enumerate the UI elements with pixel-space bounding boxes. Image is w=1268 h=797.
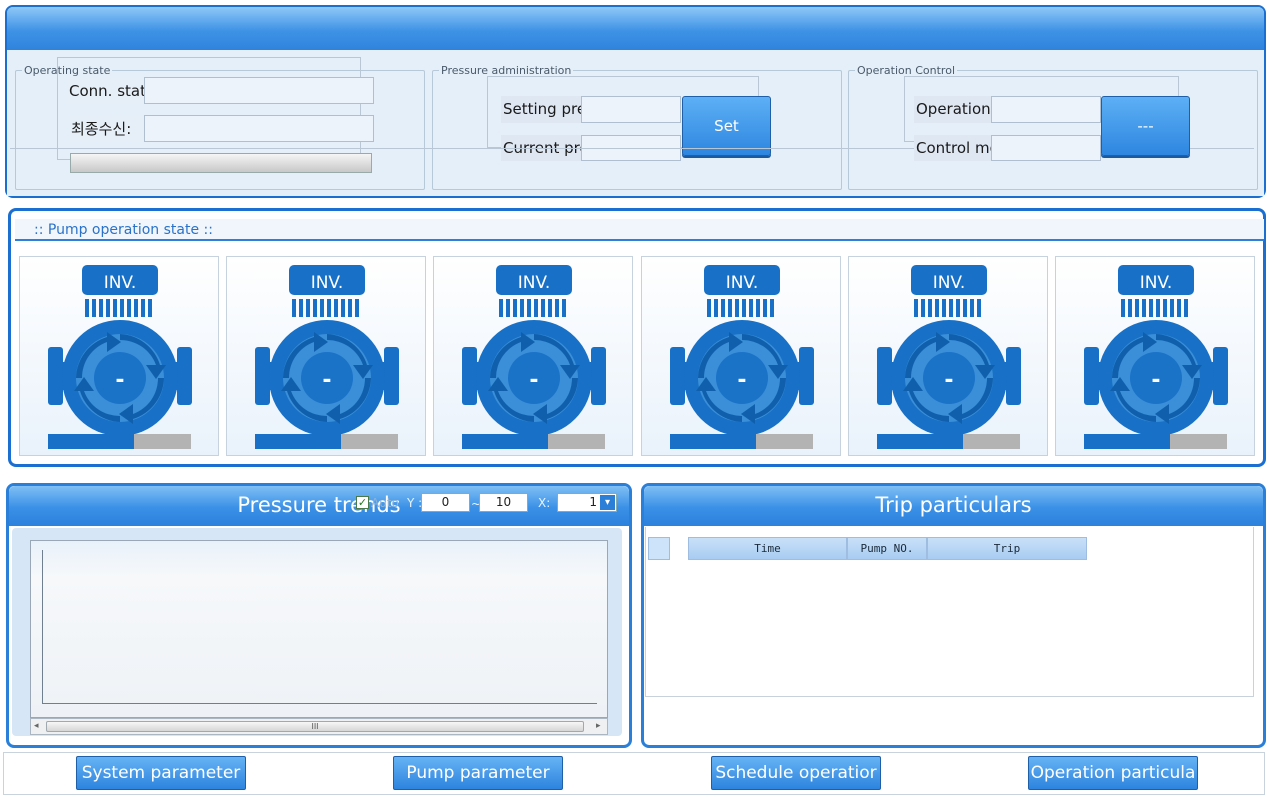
plot-y-axis	[42, 550, 43, 704]
operation-toggle-button[interactable]: ---	[1101, 96, 1190, 156]
pressure-trends-header: Pressure trends	[9, 486, 629, 526]
pump-load-bar	[462, 434, 605, 449]
pump-icon: INV. -	[670, 265, 814, 436]
pump-card[interactable]: INV. -	[641, 256, 841, 456]
pump-card[interactable]: INV. -	[848, 256, 1048, 456]
trip-particulars-header: Trip particulars	[644, 486, 1263, 526]
pump-badge-text: INV.	[933, 273, 966, 293]
pump-load-bar	[48, 434, 191, 449]
conn-state-field	[144, 77, 374, 104]
trip-col-time[interactable]: Time	[688, 537, 847, 560]
trip-row-header-corner[interactable]	[648, 537, 670, 560]
trip-particulars-title: Trip particulars	[875, 493, 1032, 517]
pump-badge-text: INV.	[726, 273, 759, 293]
auto-label: Auto	[371, 496, 399, 510]
pump-load-bar	[877, 434, 1020, 449]
scroll-left-icon[interactable]: ◂	[34, 721, 39, 731]
trend-plot-frame	[30, 540, 608, 718]
y-range-label: Y :	[407, 496, 423, 510]
trip-col-pump-no[interactable]: Pump NO.	[847, 537, 927, 560]
scroll-grip: III	[311, 722, 319, 731]
pump-load-fill	[1084, 434, 1170, 449]
pump-icon: INV. -	[877, 265, 1021, 436]
x-label: X:	[538, 496, 551, 510]
set-button[interactable]: Set	[682, 96, 771, 156]
system-parameter-button[interactable]: System parameter	[76, 756, 246, 790]
pump-card[interactable]: INV. -	[226, 256, 426, 456]
auto-checkbox[interactable]: ✓	[356, 496, 369, 509]
pump-status-text: -	[115, 368, 124, 393]
pump-badge-text: INV.	[104, 273, 137, 293]
pump-icon: INV. -	[255, 265, 399, 436]
pump-status-text: -	[737, 368, 746, 393]
y-max-input[interactable]: 10	[479, 493, 528, 512]
operation-particulars-button[interactable]: Operation particula	[1028, 756, 1198, 790]
setting-pressure-field[interactable]	[581, 96, 681, 123]
pump-icon: INV. -	[1084, 265, 1228, 436]
operation-field	[991, 96, 1101, 123]
pump-load-fill	[670, 434, 756, 449]
connection-progress-bar	[70, 153, 372, 173]
scroll-thumb[interactable]: III	[46, 721, 584, 732]
pump-load-bar	[255, 434, 398, 449]
scroll-right-icon[interactable]: ▸	[596, 721, 601, 731]
pump-status-text: -	[322, 368, 331, 393]
x-select-value: 1	[589, 495, 597, 509]
setting-pressure-label: Setting pre	[501, 96, 581, 123]
pump-parameter-button[interactable]: Pump parameter	[393, 756, 563, 790]
pump-status-text: -	[944, 368, 953, 393]
control-mode-label: Control mo	[914, 135, 991, 161]
pump-badge-text: INV.	[1140, 273, 1173, 293]
chevron-down-icon[interactable]: ▾	[600, 495, 615, 510]
pump-status-text: -	[1151, 368, 1160, 393]
x-select[interactable]: 1 ▾	[557, 493, 617, 512]
schedule-operation-button[interactable]: Schedule operatior	[711, 756, 881, 790]
pump-badge-text: INV.	[518, 273, 551, 293]
trip-col-trip[interactable]: Trip	[927, 537, 1087, 560]
pump-load-fill	[48, 434, 134, 449]
pump-card[interactable]: INV. -	[433, 256, 633, 456]
pump-load-bar	[670, 434, 813, 449]
pump-icon: INV. -	[462, 265, 606, 436]
pump-load-fill	[255, 434, 341, 449]
last-receive-field	[144, 115, 374, 142]
plot-x-axis	[42, 703, 597, 704]
pump-panel-title: :: Pump operation state ::	[15, 219, 1264, 241]
y-min-input[interactable]: 0	[421, 493, 470, 512]
control-mode-field	[991, 135, 1101, 161]
pump-card[interactable]: INV. -	[19, 256, 219, 456]
operation-label: Operation	[914, 96, 991, 123]
decor-frame	[57, 57, 361, 160]
pump-load-fill	[462, 434, 548, 449]
conn-state-label: Conn. state	[67, 78, 144, 104]
pump-load-bar	[1084, 434, 1227, 449]
pump-card[interactable]: INV. -	[1055, 256, 1255, 456]
pump-badge-text: INV.	[311, 273, 344, 293]
last-receive-label: 최종수신:	[69, 116, 144, 142]
top-header-bar	[7, 7, 1264, 50]
pump-status-text: -	[529, 368, 538, 393]
pump-icon: INV. -	[48, 265, 192, 436]
pump-load-fill	[877, 434, 963, 449]
